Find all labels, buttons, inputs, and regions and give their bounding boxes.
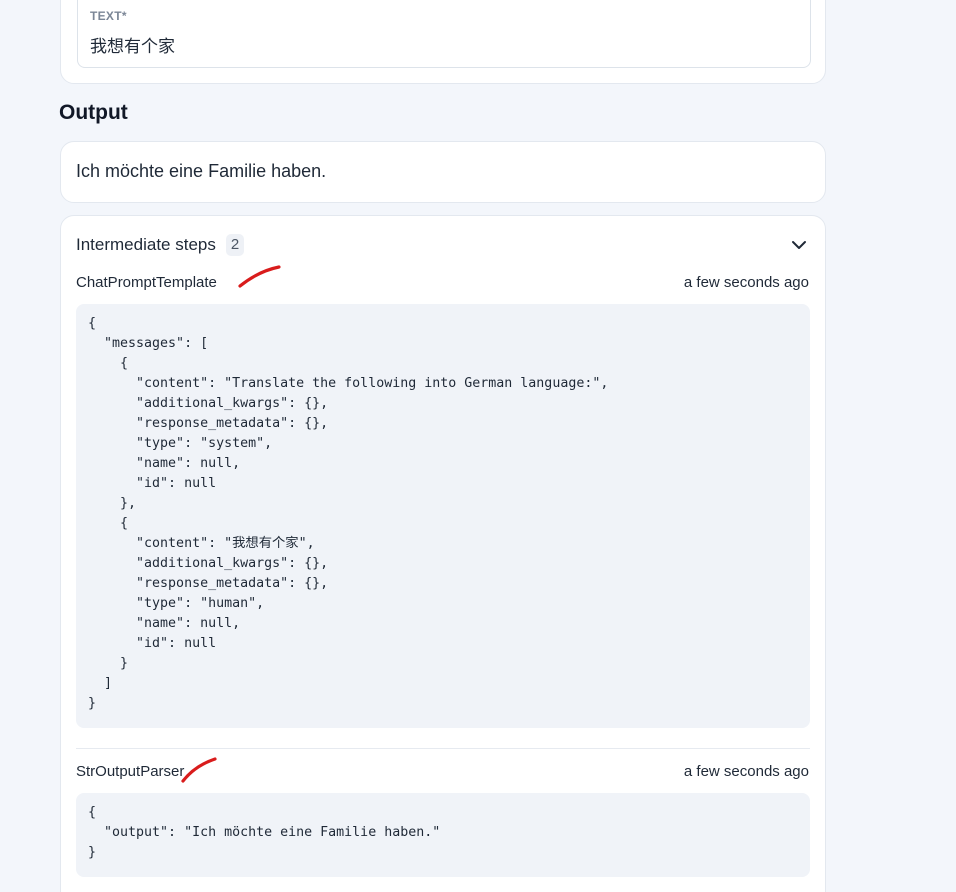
step-name-stroutputparser: StrOutputParser xyxy=(76,763,185,780)
step-output-code-block: { "output": "Ich möchte eine Familie hab… xyxy=(76,793,810,877)
intermediate-steps-card: Intermediate steps 2 ChatPromptTemplate … xyxy=(60,215,826,892)
step-time: a few seconds ago xyxy=(683,274,809,291)
page: TEXT* 我想有个家 Output Ich möchte eine Famil… xyxy=(0,0,956,892)
steps-count-badge: 2 xyxy=(226,234,244,256)
output-text: Ich möchte eine Familie haben. xyxy=(76,161,327,181)
step-output-code-block: { "messages": [ { "content": "Translate … xyxy=(76,304,810,728)
intermediate-steps-title[interactable]: Intermediate steps xyxy=(76,235,216,255)
annotation-stroke xyxy=(181,757,217,783)
input-card: TEXT* 我想有个家 xyxy=(60,0,826,84)
code-text: { "output": "Ich möchte eine Familie hab… xyxy=(88,805,441,860)
text-field-value[interactable]: 我想有个家 xyxy=(90,32,175,57)
output-heading: Output xyxy=(59,101,128,124)
code-text: { "messages": [ { "content": "Translate … xyxy=(88,316,609,711)
text-field-label: TEXT* xyxy=(90,9,127,23)
chevron-down-icon[interactable] xyxy=(789,236,809,254)
annotation-stroke xyxy=(238,265,281,288)
step-time: a few seconds ago xyxy=(683,763,809,780)
output-card: Ich möchte eine Familie haben. xyxy=(60,141,826,203)
divider xyxy=(76,748,810,749)
text-input-field[interactable]: TEXT* 我想有个家 xyxy=(77,0,811,68)
step-name-chatprompttemplate: ChatPromptTemplate xyxy=(76,274,217,291)
